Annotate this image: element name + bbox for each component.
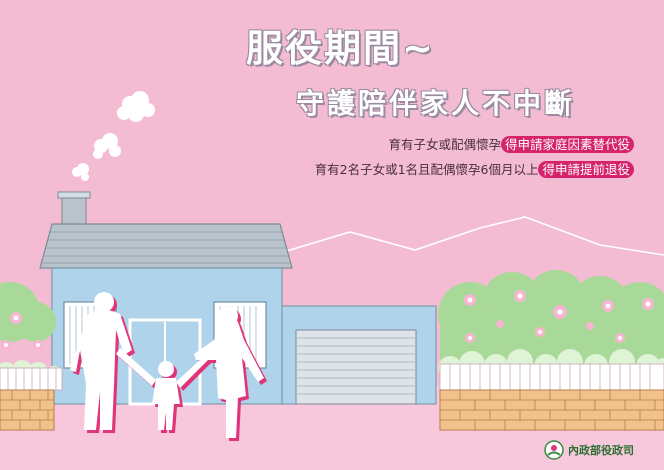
detail-line-early-discharge: 育有2名子女或1名且配偶懷孕6個月以上 得申請提前退役 xyxy=(315,159,634,178)
detail-highlight-badge: 得申請家庭因素替代役 xyxy=(500,136,634,153)
chimney xyxy=(61,195,87,225)
house-roof xyxy=(39,223,293,269)
right-brick-wall xyxy=(439,389,664,431)
smoke-cloud xyxy=(72,91,155,181)
ministry-logo: 內政部役政司 xyxy=(544,440,634,460)
detail-text: 育有2名子女或1名且配偶懷孕6個月以上 xyxy=(314,162,539,177)
right-fence xyxy=(439,363,664,391)
detail-text: 育有子女或配偶懷孕 xyxy=(388,137,501,152)
headline-service-period: 服役期間~ xyxy=(246,27,436,70)
mountain-outline xyxy=(249,216,664,263)
garage-door xyxy=(295,329,417,405)
detail-line-substitute-service: 育有子女或配偶懷孕 得申請家庭因素替代役 xyxy=(388,134,634,153)
left-bushes xyxy=(0,282,56,350)
left-fence xyxy=(0,367,63,391)
ministry-logo-text: 內政部役政司 xyxy=(568,444,634,457)
headline-family-care: 守護陪伴家人不中斷 xyxy=(296,87,576,120)
detail-highlight-badge: 得申請提前退役 xyxy=(538,161,634,178)
ministry-logo-icon xyxy=(544,440,564,460)
chimney-cap xyxy=(57,191,91,199)
right-bushes xyxy=(438,270,664,364)
poster: 服役期間~ 守護陪伴家人不中斷 育有子女或配偶懷孕 得申請家庭因素替代役 育有2名… xyxy=(0,0,664,470)
left-brick-wall xyxy=(0,389,55,431)
